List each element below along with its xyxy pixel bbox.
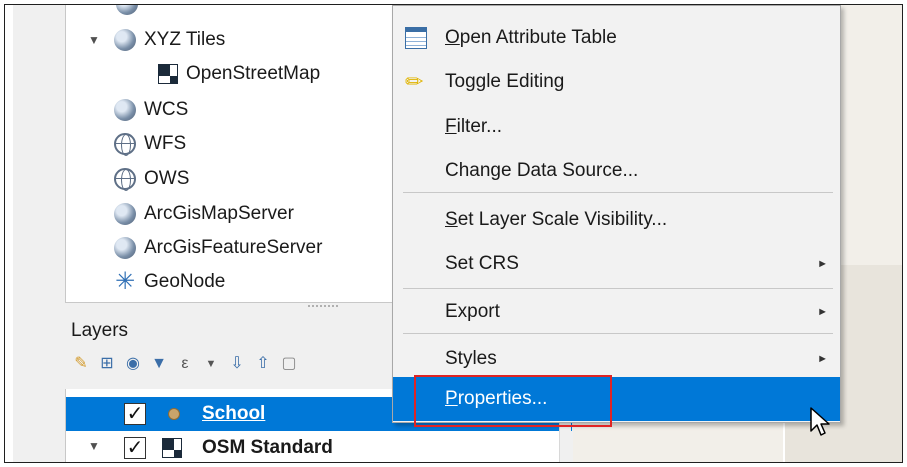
screenshot-frame: ▼ XYZ Tiles OpenStreetMap WCS WFS OWS Ar… <box>4 4 903 463</box>
menu-item-label: Toggle Editing <box>445 71 565 92</box>
menu-item-label: Set CRS <box>445 253 519 274</box>
submenu-arrow-icon: ► <box>817 353 828 365</box>
tree-item-label: ArcGisMapServer <box>144 203 294 224</box>
remove-layer-icon[interactable]: ▢ <box>279 354 299 374</box>
style-brush-icon[interactable]: ✎ <box>71 354 91 374</box>
eye-icon[interactable]: ◉ <box>123 354 143 374</box>
menu-item-label: Set Layer Scale Visibility... <box>445 209 668 230</box>
menu-item-filter[interactable]: Filter... <box>393 105 840 149</box>
pencil-icon: ✏ <box>405 69 424 94</box>
point-symbol-icon <box>168 408 180 420</box>
submenu-arrow-icon: ► <box>817 306 828 318</box>
tree-item-arcgisfeatureserver[interactable]: ArcGisFeatureServer <box>114 231 322 265</box>
menu-item-change-data-source[interactable]: Change Data Source... <box>393 149 840 193</box>
menu-item-toggle-editing[interactable]: ✏ Toggle Editing <box>393 60 840 104</box>
globe-icon <box>114 237 136 259</box>
geonode-icon: ✳ <box>114 268 136 295</box>
tree-item-label: WFS <box>144 133 187 154</box>
menu-item-open-attribute-table[interactable]: Open Attribute Table <box>393 16 840 60</box>
wfs-globe-icon <box>114 133 136 156</box>
tree-item-arcgismapserver[interactable]: ArcGisMapServer <box>114 197 294 231</box>
collapse-all-icon[interactable]: ⇧ <box>253 354 273 374</box>
menu-item-label: Change Data Source... <box>445 160 639 181</box>
expression-filter-icon[interactable]: ε <box>175 354 195 374</box>
tree-item-label: OpenStreetMap <box>186 63 321 84</box>
table-icon <box>405 27 427 49</box>
browser-tree[interactable]: ▼ XYZ Tiles OpenStreetMap WCS WFS OWS Ar… <box>65 5 401 303</box>
dropdown-arrow-icon[interactable]: ▼ <box>201 354 221 374</box>
globe-icon <box>114 99 136 121</box>
layer-name: OSM Standard <box>202 437 333 458</box>
tree-item-wfs[interactable]: WFS <box>114 127 186 161</box>
tree-item-geonode[interactable]: ✳ GeoNode <box>114 265 225 299</box>
tree-row-partial <box>116 5 146 21</box>
tree-item-label: ArcGisFeatureServer <box>144 237 323 258</box>
tree-item-ows[interactable]: OWS <box>114 162 189 196</box>
checker-tile-icon <box>162 438 182 458</box>
layer-visibility-checkbox[interactable]: ✓ <box>124 437 146 459</box>
mouse-cursor-icon <box>810 407 830 436</box>
menu-separator <box>403 192 833 193</box>
layer-context-menu: Open Attribute Table ✏ Toggle Editing Fi… <box>392 5 841 423</box>
add-group-icon[interactable]: ⊞ <box>97 354 117 374</box>
tree-item-label: WCS <box>144 99 189 120</box>
globe-icon <box>114 29 136 51</box>
collapse-arrow-icon[interactable]: ▼ <box>88 439 100 453</box>
menu-item-label: Filter... <box>445 116 503 137</box>
layer-visibility-checkbox[interactable]: ✓ <box>124 403 146 425</box>
menu-separator <box>403 333 833 334</box>
globe-icon <box>116 5 138 15</box>
filter-icon[interactable]: ▼ <box>149 354 169 374</box>
globe-icon <box>114 203 136 225</box>
checker-tile-icon <box>158 64 178 84</box>
layers-panel-title: Layers <box>71 320 129 341</box>
tree-item-label: OWS <box>144 168 190 189</box>
expand-all-icon[interactable]: ⇩ <box>227 354 247 374</box>
menu-item-export[interactable]: Export ► <box>393 290 840 334</box>
tree-item-openstreetmap[interactable]: OpenStreetMap <box>158 57 320 91</box>
menu-item-set-layer-scale-visibility[interactable]: Set Layer Scale Visibility... <box>393 198 840 242</box>
menu-item-styles[interactable]: Styles ► <box>393 337 840 381</box>
menu-item-label: Export <box>445 301 500 322</box>
menu-item-label: Styles <box>445 348 497 369</box>
tree-item-wcs[interactable]: WCS <box>114 93 188 127</box>
layer-name: School <box>202 403 266 424</box>
submenu-arrow-icon: ► <box>817 258 828 270</box>
menu-separator <box>403 288 833 289</box>
menu-item-label: Open Attribute Table <box>445 27 617 48</box>
layer-row-osm-standard[interactable]: ▼ ✓ OSM Standard <box>66 431 572 462</box>
menu-item-set-crs[interactable]: Set CRS ► <box>393 242 840 286</box>
tree-item-label: GeoNode <box>144 271 226 292</box>
menu-item-properties[interactable]: Properties... <box>393 377 840 421</box>
menu-item-label: Properties... <box>445 388 548 409</box>
expand-arrow-icon[interactable]: ▼ <box>88 33 100 47</box>
layers-toolbar: ✎ ⊞ ◉ ▼ ε ▼ ⇩ ⇧ ▢ <box>13 348 413 380</box>
tree-item-label: XYZ Tiles <box>144 29 226 50</box>
globe-outline-icon <box>114 168 136 191</box>
tree-item-xyz-tiles[interactable]: ▼ XYZ Tiles <box>88 23 226 57</box>
panel-splitter[interactable] <box>308 305 338 309</box>
